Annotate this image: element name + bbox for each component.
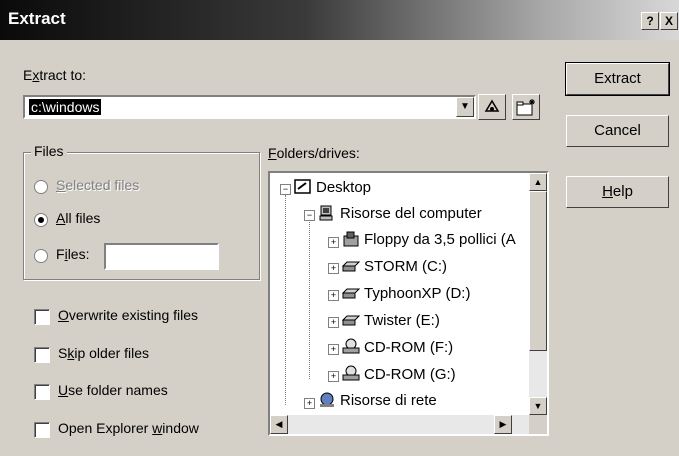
collapse-icon[interactable]: − — [280, 184, 291, 195]
skip-older-checkbox[interactable] — [34, 347, 50, 363]
tree-node-storm-c[interactable]: STORM (C:) — [364, 258, 447, 275]
accel: w — [152, 420, 163, 436]
new-folder-button[interactable] — [512, 94, 540, 120]
scroll-thumb[interactable] — [529, 191, 547, 351]
vertical-scrollbar[interactable]: ▲ ▼ — [529, 173, 547, 415]
skip-older-label: Skip older files — [58, 345, 149, 361]
hard-drive-icon — [342, 261, 360, 272]
scroll-down-icon[interactable]: ▼ — [529, 397, 547, 415]
collapse-icon[interactable]: − — [304, 210, 315, 221]
hard-drive-icon — [342, 315, 360, 326]
expand-icon[interactable]: + — [328, 371, 339, 382]
overwrite-checkbox[interactable] — [34, 309, 50, 325]
cancel-button[interactable]: Cancel — [566, 115, 669, 147]
label-text: E — [23, 67, 33, 83]
scroll-right-icon[interactable]: ▶ — [494, 415, 512, 434]
all-files-radio[interactable] — [34, 213, 48, 227]
text: indow — [162, 420, 199, 436]
text: ll files — [65, 210, 101, 226]
text: verwrite existing files — [68, 307, 199, 323]
close-button[interactable]: X — [660, 12, 678, 30]
horizontal-scrollbar[interactable]: ◀ ▶ — [270, 415, 529, 434]
text: S — [58, 345, 68, 361]
accel: A — [56, 210, 66, 226]
scroll-corner — [529, 415, 547, 434]
label-text: tract to: — [39, 67, 87, 83]
accel: F — [268, 145, 277, 161]
window-title: Extract — [8, 9, 66, 28]
expand-icon[interactable]: + — [328, 344, 339, 355]
overwrite-label: Overwrite existing files — [58, 307, 198, 323]
open-explorer-checkbox[interactable] — [34, 422, 50, 438]
tree-line — [285, 195, 286, 405]
accel: U — [58, 382, 69, 398]
extract-to-combobox[interactable]: c:\windows ▼ — [23, 95, 476, 119]
text: Open Explorer — [58, 420, 153, 436]
network-icon — [320, 392, 334, 407]
extract-button[interactable]: Extract — [565, 62, 670, 96]
tree-node-my-computer[interactable]: Risorse del computer — [340, 205, 482, 222]
help-titlebar-button[interactable]: ? — [641, 12, 659, 30]
all-files-label: All files — [56, 210, 100, 226]
help-button[interactable]: Help — [566, 176, 669, 208]
selected-files-radio[interactable] — [34, 180, 48, 194]
tree-node-floppy[interactable]: Floppy da 3,5 pollici (A — [364, 231, 516, 248]
scroll-up-icon[interactable]: ▲ — [529, 173, 547, 191]
help-accel: H — [602, 183, 613, 200]
files-group-title: Files — [31, 143, 67, 159]
tree-node-desktop[interactable]: Desktop — [316, 179, 371, 196]
open-explorer-label: Open Explorer window — [58, 420, 199, 436]
cdrom-icon — [342, 338, 360, 354]
folder-browse-icon — [484, 99, 500, 112]
expand-icon[interactable]: + — [304, 398, 315, 409]
accel: O — [58, 307, 69, 323]
text: olders/drives: — [276, 145, 360, 161]
tree-node-network[interactable]: Risorse di rete — [340, 392, 437, 409]
extract-dialog: Extract ? X Extract to: c:\windows ▼ Ext… — [0, 0, 679, 456]
expand-icon[interactable]: + — [328, 317, 339, 328]
tree-node-cdrom-g[interactable]: CD-ROM (G:) — [364, 366, 456, 383]
browse-folder-button[interactable] — [478, 94, 506, 120]
expand-icon[interactable]: + — [328, 290, 339, 301]
tree-line — [309, 219, 310, 379]
text: les: — [67, 246, 90, 262]
text: se folder names — [68, 382, 168, 398]
new-folder-icon — [516, 99, 535, 116]
files-radio[interactable] — [34, 249, 48, 263]
folders-tree[interactable]: − Desktop − Risorse del computer + Flopp… — [268, 171, 549, 436]
title-bar[interactable]: Extract ? X — [0, 0, 679, 40]
cdrom-icon — [342, 365, 360, 381]
expand-icon[interactable]: + — [328, 237, 339, 248]
use-folder-names-checkbox[interactable] — [34, 384, 50, 400]
tree-node-twister-e[interactable]: Twister (E:) — [364, 312, 440, 329]
chevron-down-icon[interactable]: ▼ — [456, 97, 474, 117]
floppy-icon — [343, 231, 359, 247]
tree-node-cdrom-f[interactable]: CD-ROM (F:) — [364, 339, 453, 356]
files-label: Files: — [56, 246, 89, 262]
accel: S — [56, 177, 66, 193]
my-computer-icon — [319, 205, 333, 221]
extract-path-value[interactable]: c:\windows — [29, 99, 102, 115]
tree-node-typhoonxp-d[interactable]: TyphoonXP (D:) — [364, 285, 470, 302]
folders-drives-label: Folders/drives: — [268, 145, 360, 161]
selected-files-label: Selected files — [56, 177, 139, 193]
desktop-icon — [294, 179, 311, 194]
scroll-left-icon[interactable]: ◀ — [270, 415, 288, 434]
use-folder-names-label: Use folder names — [58, 382, 168, 398]
help-text: elp — [612, 183, 633, 200]
text: ip older files — [74, 345, 150, 361]
extract-to-label: Extract to: — [23, 67, 86, 83]
files-pattern-input[interactable] — [104, 243, 219, 270]
expand-icon[interactable]: + — [328, 263, 339, 274]
text: elected files — [65, 177, 140, 193]
text: F — [56, 246, 65, 262]
hard-drive-icon — [342, 288, 360, 299]
